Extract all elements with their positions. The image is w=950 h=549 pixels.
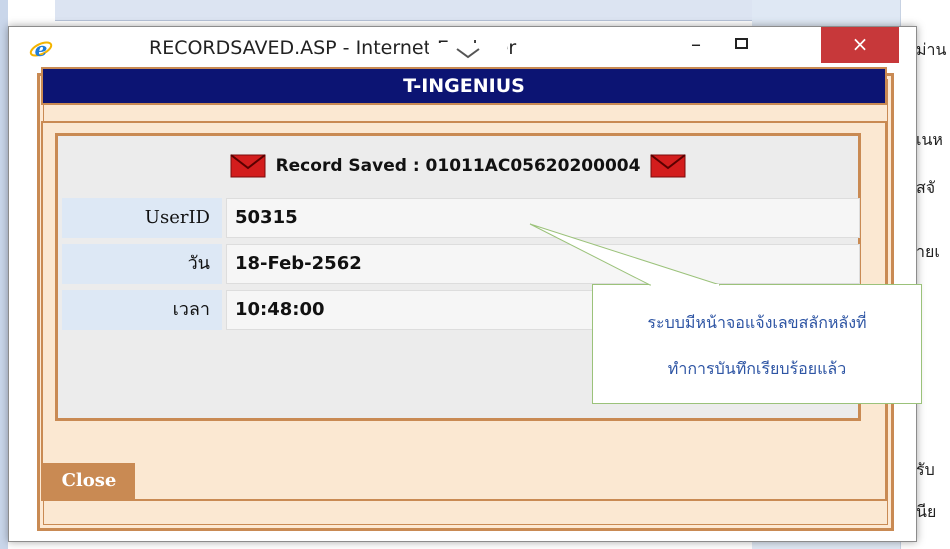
annotation-callout: ระบบมีหน้าจอแจ้งเลขสลักหลังที่ ทำการบันท…	[592, 284, 922, 404]
date-value: 18-Feb-2562	[226, 244, 860, 284]
callout-line2: ทำการบันทึกเรียบร้อยแล้ว	[667, 359, 847, 378]
chevron-down-icon	[456, 48, 480, 59]
collapse-toggle[interactable]	[429, 43, 507, 65]
record-saved-text: Record Saved : 01011AC05620200004	[275, 156, 641, 176]
maximize-button[interactable]	[719, 27, 763, 63]
bg-right-text: สจั	[916, 178, 936, 197]
ie-logo-icon: e	[29, 37, 53, 61]
userid-value: 50315	[226, 198, 860, 238]
userid-label: UserID	[62, 198, 222, 238]
record-saved-line: Record Saved : 01011AC05620200004	[58, 154, 858, 178]
background-top-bar	[55, 0, 755, 21]
maximize-icon	[734, 38, 748, 49]
date-label: วัน	[62, 244, 222, 284]
envelope-icon	[229, 154, 266, 178]
window-close-button[interactable]: ×	[821, 27, 899, 63]
callout-line1: ระบบมีหน้าจอแจ้งเลขสลักหลังที่	[647, 313, 867, 332]
bg-right-text: ายเ	[916, 242, 940, 261]
close-button[interactable]: Close	[43, 463, 135, 499]
svg-text:e: e	[35, 37, 48, 61]
minimize-button[interactable]: –	[674, 27, 718, 63]
bg-right-text: เนห	[916, 130, 943, 149]
bg-right-text: ม่าน	[916, 40, 947, 59]
envelope-icon	[650, 154, 687, 178]
app-header: T-INGENIUS	[41, 67, 887, 105]
background-left-strip	[0, 0, 8, 549]
bg-right-text: รับ	[916, 460, 935, 479]
time-label: เวลา	[62, 290, 222, 330]
bg-right-text: นีย	[916, 502, 937, 521]
